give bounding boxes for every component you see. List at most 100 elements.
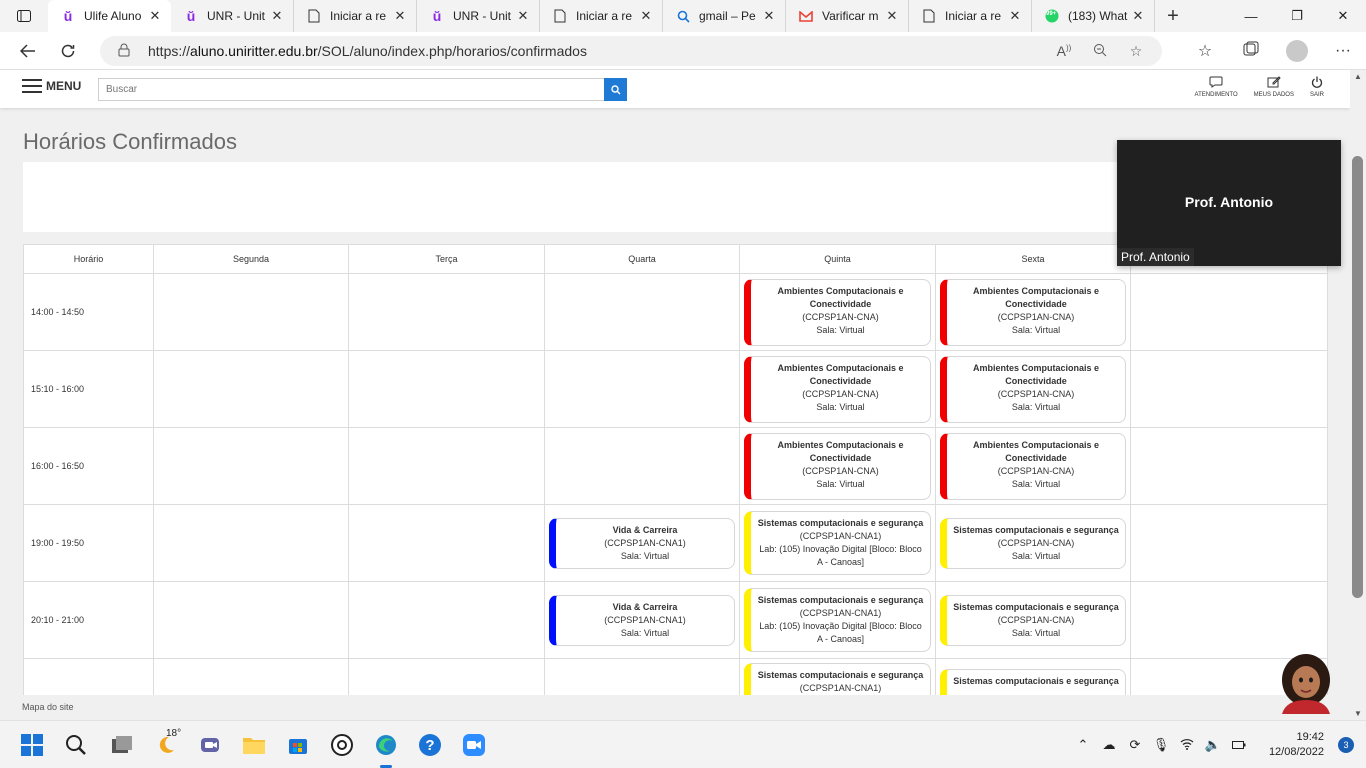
collections-icon[interactable] — [1228, 41, 1274, 62]
class-card[interactable]: Ambientes Computacionais e Conectividade… — [744, 432, 931, 500]
notification-badge[interactable]: 3 — [1338, 737, 1354, 753]
class-name: Vida & Carreira — [612, 601, 678, 612]
page-scrollbar[interactable]: ▲ ▼ — [1350, 70, 1366, 720]
video-call-overlay[interactable]: Prof. Antonio Prof. Antonio — [1117, 140, 1341, 266]
tab-close-icon[interactable]: ✕ — [884, 8, 900, 24]
browser-tab[interactable]: Iniciar a re ✕ — [540, 0, 663, 32]
class-code: (CCPSP1AN-CNA1) — [799, 608, 882, 618]
virtual-assistant-avatar[interactable] — [1276, 652, 1336, 714]
scrollbar-thumb[interactable] — [1352, 156, 1363, 598]
zoom-app-icon[interactable] — [460, 731, 488, 759]
search-icon[interactable] — [62, 731, 90, 759]
taskbar: 18° ? ⌃ ☁ ⟳ 🎙 🔈 19:42 12/08/2022 3 — [0, 720, 1366, 768]
window-controls: — ❐ ✕ — [1228, 0, 1366, 32]
class-card[interactable]: Vida & Carreira (CCPSP1AN-CNA1) Sala: Virt… — [549, 517, 735, 569]
edge-browser-icon[interactable] — [372, 731, 400, 759]
tab-close-icon[interactable]: ✕ — [638, 8, 654, 24]
tab-close-icon[interactable]: ✕ — [761, 8, 777, 24]
class-card[interactable]: Vida & Carreira (CCPSP1AN-CNA1) Sala: Virt… — [549, 594, 735, 646]
class-card[interactable]: Ambientes Computacionais e Conectividade… — [940, 355, 1126, 423]
search-icon — [610, 84, 620, 94]
day-cell-sabado — [1130, 350, 1328, 428]
lock-icon[interactable] — [118, 43, 136, 60]
browser-tab[interactable]: Iniciar a re ✕ — [909, 0, 1032, 32]
class-card[interactable]: Ambientes Computacionais e Conectividade… — [940, 432, 1126, 500]
browser-tab[interactable]: 99+ (183) What ✕ — [1032, 0, 1155, 32]
scroll-up-icon[interactable]: ▲ — [1350, 72, 1366, 81]
help-icon[interactable]: ? — [416, 731, 444, 759]
class-card[interactable]: Ambientes Computacionais e Conectividade… — [744, 355, 931, 423]
gmail-icon — [798, 8, 814, 24]
search-input[interactable] — [99, 79, 604, 100]
profile-avatar[interactable] — [1286, 40, 1308, 62]
battery-icon[interactable] — [1226, 738, 1252, 753]
zoom-icon[interactable] — [1082, 43, 1118, 60]
wifi-icon[interactable] — [1174, 738, 1200, 753]
onedrive-icon[interactable]: ☁ — [1096, 737, 1122, 753]
tab-close-icon[interactable]: ✕ — [269, 8, 285, 24]
menu-button[interactable]: MENU — [22, 79, 81, 93]
tab-close-icon[interactable]: ✕ — [147, 8, 163, 24]
new-tab-button[interactable]: + — [1155, 5, 1191, 28]
scroll-down-icon[interactable]: ▼ — [1350, 709, 1366, 718]
browser-tab[interactable]: ŭ Ulife Aluno ✕ — [48, 0, 171, 32]
microsoft-store-icon[interactable] — [284, 731, 312, 759]
menu-label: MENU — [46, 79, 82, 93]
browser-tab[interactable]: gmail – Pe ✕ — [663, 0, 786, 32]
class-card[interactable]: Ambientes Computacionais e Conectividade… — [940, 278, 1126, 346]
task-view-icon[interactable] — [108, 731, 136, 759]
minimize-icon[interactable]: — — [1228, 0, 1274, 32]
class-room: Sala: Virtual — [816, 324, 865, 335]
back-icon[interactable] — [8, 32, 48, 70]
tab-label: UNR - Unit — [207, 9, 266, 23]
day-cell-quarta: Vida & Carreira (CCPSP1AN-CNA1) Sala: Virt… — [544, 504, 740, 582]
participant-caption: Prof. Antonio — [1117, 248, 1194, 266]
search-button[interactable] — [604, 78, 627, 101]
weather-temp: 18° — [166, 728, 182, 739]
class-card[interactable]: Sistemas computacionais e segurança (CCPS… — [940, 594, 1126, 646]
tab-close-icon[interactable]: ✕ — [515, 8, 531, 24]
class-card[interactable]: Ambientes Computacionais e Conectividade… — [744, 278, 931, 346]
class-room: Sala: Virtual — [1011, 401, 1061, 412]
class-card[interactable]: Sistemas computacionais e segurança (CCPS… — [744, 511, 931, 575]
day-cell-terca — [348, 273, 545, 351]
volume-icon[interactable]: 🔈 — [1200, 737, 1226, 753]
browser-tab[interactable]: Varificar m ✕ — [786, 0, 909, 32]
url-field[interactable]: https://aluno.uniritter.edu.br/SOL/aluno… — [100, 36, 1162, 66]
maximize-icon[interactable]: ❐ — [1274, 0, 1320, 32]
microphone-icon[interactable]: 🎙 — [1148, 737, 1174, 753]
favorites-icon[interactable]: ☆ — [1182, 41, 1228, 61]
day-cell-quinta: Sistemas computacionais e segurança (CCPS… — [739, 504, 936, 582]
sair-button[interactable]: SAIR — [1310, 76, 1324, 98]
tab-close-icon[interactable]: ✕ — [392, 8, 408, 24]
chrome-outline-icon[interactable] — [328, 731, 356, 759]
class-card[interactable]: Sistemas computacionais e segurança (CCPS… — [940, 517, 1126, 569]
atendimento-button[interactable]: ATENDIMENTO — [1195, 76, 1238, 98]
sitemap-link[interactable]: Mapa do site — [22, 702, 74, 712]
class-name: Sistemas computacionais e segurança — [953, 524, 1119, 535]
browser-tab[interactable]: ŭ UNR - Unit ✕ — [171, 0, 294, 32]
windows-start-icon[interactable] — [18, 731, 46, 759]
sync-icon[interactable]: ⟳ — [1122, 737, 1148, 753]
file-explorer-icon[interactable] — [240, 731, 268, 759]
chevron-up-icon[interactable]: ⌃ — [1070, 737, 1096, 753]
meus-dados-button[interactable]: MEUS DADOS — [1254, 76, 1294, 98]
teams-chat-icon[interactable] — [196, 731, 224, 759]
day-cell-terca — [348, 350, 545, 428]
tab-close-icon[interactable]: ✕ — [1130, 8, 1146, 24]
more-options-icon[interactable]: ··· — [1320, 42, 1366, 60]
class-card[interactable]: Sistemas computacionais e segurança (CCPS… — [744, 588, 931, 652]
add-favorite-icon[interactable]: ☆ — [1118, 43, 1154, 60]
read-aloud-icon[interactable]: A)) — [1046, 43, 1082, 59]
browser-tab[interactable]: Iniciar a re ✕ — [294, 0, 417, 32]
close-window-icon[interactable]: ✕ — [1320, 0, 1366, 32]
day-cell-sabado — [1130, 504, 1328, 582]
tab-label: Iniciar a re — [330, 9, 387, 23]
system-clock[interactable]: 19:42 12/08/2022 — [1252, 730, 1328, 760]
day-cell-quarta — [544, 427, 740, 505]
tab-actions-icon[interactable] — [0, 0, 48, 32]
refresh-icon[interactable] — [48, 32, 88, 70]
tab-label: Ulife Aluno — [84, 9, 142, 23]
tab-close-icon[interactable]: ✕ — [1007, 8, 1023, 24]
browser-tab[interactable]: ŭ UNR - Unit ✕ — [417, 0, 540, 32]
